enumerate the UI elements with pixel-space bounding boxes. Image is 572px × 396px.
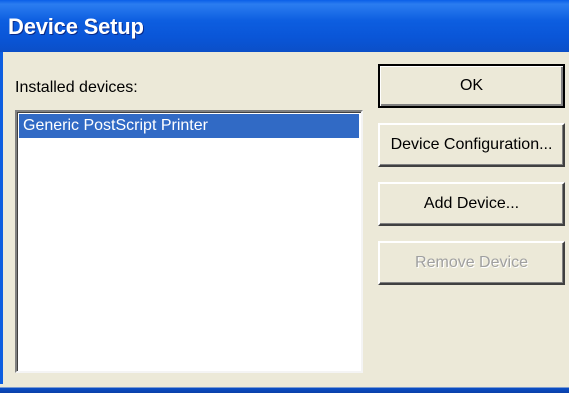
remove-device-button[interactable]: Remove Device xyxy=(378,241,565,285)
window-title: Device Setup xyxy=(8,14,144,39)
list-item-generic-postscript-printer[interactable]: Generic PostScript Printer xyxy=(19,114,359,138)
window-frame-bottom xyxy=(0,384,569,393)
add-device-button[interactable]: Add Device... xyxy=(378,182,565,226)
title-bar[interactable]: Device Setup xyxy=(0,0,572,52)
ok-button[interactable]: OK xyxy=(378,64,565,108)
window-frame-left xyxy=(0,52,3,390)
installed-devices-list[interactable]: Generic PostScript Printer xyxy=(15,110,363,373)
device-setup-dialog: Device Setup Installed devices: Generic … xyxy=(0,0,572,396)
device-configuration-button[interactable]: Device Configuration... xyxy=(378,123,565,167)
installed-devices-label: Installed devices: xyxy=(15,79,138,96)
